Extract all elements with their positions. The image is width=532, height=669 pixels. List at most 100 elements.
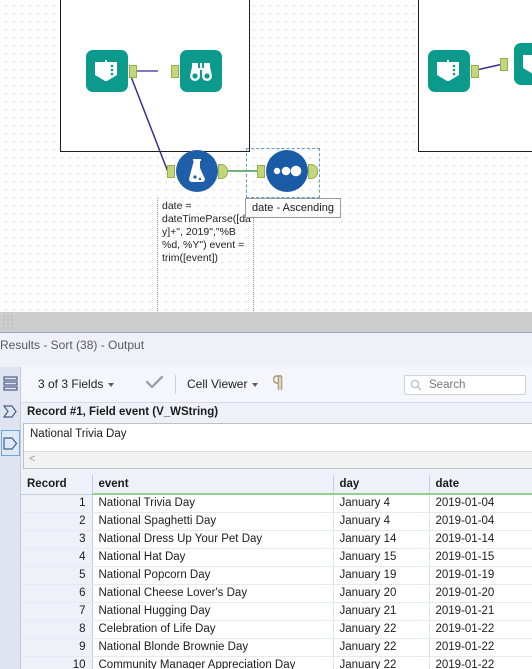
toolbar-divider <box>175 375 176 394</box>
cell-date[interactable]: 2019-01-04 <box>429 512 532 531</box>
book-icon <box>514 43 532 85</box>
cell-viewer-body[interactable]: National Trivia Day < <box>23 423 532 469</box>
grid-icon-glyph <box>3 375 18 391</box>
results-toolbar: 3 of 3 Fields Cell Viewer <box>21 367 532 403</box>
table-body: 1 National Trivia Day January 4 2019-01-04 2… <box>21 494 532 669</box>
pilcrow-button[interactable] <box>272 375 283 394</box>
cell-day[interactable]: January 4 <box>333 494 430 513</box>
table-row[interactable]: 2 National Spaghetti Day January 4 2019-01-… <box>21 512 532 531</box>
apply-fields-button[interactable] <box>145 375 164 393</box>
cell-date[interactable]: 2019-01-20 <box>429 584 532 603</box>
pane-splitter[interactable] <box>0 312 532 333</box>
cell-event[interactable]: National Hat Day <box>92 548 334 567</box>
table-row[interactable]: 6 National Cheese Lover's Day January 20 20… <box>21 584 532 603</box>
table-row[interactable]: 8 Celebration of Life Day January 22 2019-0… <box>21 620 532 639</box>
cell-record[interactable]: 10 <box>21 656 93 669</box>
cell-viewer-horizontal-scrollbar[interactable]: < <box>24 451 532 468</box>
flask-icon-glyph <box>189 159 205 182</box>
cell-record[interactable]: 1 <box>21 494 93 513</box>
cell-event[interactable]: National Popcorn Day <box>92 566 334 585</box>
input-anchor-formula[interactable] <box>167 165 175 178</box>
cell-event[interactable]: Community Manager Appreciation Day <box>92 656 334 669</box>
cell-date[interactable]: 2019-01-22 <box>429 638 532 657</box>
column-header-day[interactable]: day <box>333 475 430 495</box>
table-row[interactable]: 10 Community Manager Appreciation Day Janu… <box>21 656 532 669</box>
workflow-canvas[interactable]: Input Output <box>0 0 532 312</box>
cell-event[interactable]: National Cheese Lover's Day <box>92 584 334 603</box>
alteryx-designer-window: Input Output <box>0 0 532 669</box>
sort-tool[interactable] <box>257 150 318 192</box>
cell-event[interactable]: National Trivia Day <box>92 494 334 513</box>
flask-icon <box>176 150 218 192</box>
cell-day[interactable]: January 22 <box>333 638 430 657</box>
input-anchor-sort[interactable] <box>257 165 265 178</box>
cell-record[interactable]: 4 <box>21 548 93 567</box>
cell-event[interactable]: National Spaghetti Day <box>92 512 334 531</box>
metadata-icon[interactable] <box>1 430 20 456</box>
table-row[interactable]: 5 National Popcorn Day January 19 2019-01-1… <box>21 566 532 585</box>
cell-day[interactable]: January 21 <box>333 602 430 621</box>
cell-day[interactable]: January 4 <box>333 512 430 531</box>
chevron-down-icon <box>108 382 115 387</box>
cell-record[interactable]: 5 <box>21 566 93 585</box>
cell-event[interactable]: National Blonde Brownie Day <box>92 638 334 657</box>
column-header-record[interactable]: Record <box>21 475 93 495</box>
cell-event[interactable]: Celebration of Life Day <box>92 620 334 639</box>
cell-day[interactable]: January 14 <box>333 530 430 549</box>
formula-annotation: date = dateTimeParse([day]+", 2019","%B … <box>162 200 251 264</box>
results-pane: Results - Sort (38) - Output 3 of 3 Fiel… <box>0 333 532 669</box>
cell-day[interactable]: January 15 <box>333 548 430 567</box>
cell-record[interactable]: 6 <box>21 584 93 603</box>
column-header-date[interactable]: date <box>429 475 532 495</box>
cell-record[interactable]: 8 <box>21 620 93 639</box>
cell-date[interactable]: 2019-01-22 <box>429 656 532 669</box>
cell-date[interactable]: 2019-01-22 <box>429 620 532 639</box>
input-anchor-browse[interactable] <box>171 65 179 78</box>
table-row[interactable]: 1 National Trivia Day January 4 2019-01-04 <box>21 494 532 513</box>
cell-record[interactable]: 3 <box>21 530 93 549</box>
input-anchor-partial-tool[interactable] <box>500 58 508 71</box>
column-header-event[interactable]: event <box>92 475 334 495</box>
search-box[interactable] <box>404 375 526 395</box>
table-row[interactable]: 7 National Hugging Day January 21 2019-01-2… <box>21 602 532 621</box>
cell-event[interactable]: National Dress Up Your Pet Day <box>92 530 334 549</box>
cell-viewer-selector[interactable]: Cell Viewer <box>187 377 259 391</box>
results-grid-icon[interactable] <box>1 370 20 396</box>
search-icon <box>410 379 422 391</box>
cell-event[interactable]: National Hugging Day <box>92 602 334 621</box>
output-anchor-input-data[interactable] <box>129 65 137 78</box>
table-row[interactable]: 3 National Dress Up Your Pet Day January 1… <box>21 530 532 549</box>
cell-date[interactable]: 2019-01-21 <box>429 602 532 621</box>
cell-day[interactable]: January 22 <box>333 620 430 639</box>
sort-dots-icon <box>266 150 308 192</box>
book-icon-glyph <box>437 60 459 81</box>
formula-tool[interactable] <box>167 150 228 192</box>
table-row[interactable]: 4 National Hat Day January 15 2019-01-15 <box>21 548 532 567</box>
results-data-grid[interactable]: Record event day date 1 National Trivia D… <box>21 475 532 669</box>
browse-tool[interactable] <box>171 50 222 92</box>
splitter-grip-icon[interactable] <box>2 314 14 330</box>
scroll-left-icon[interactable]: < <box>29 453 35 465</box>
cell-date[interactable]: 2019-01-04 <box>429 494 532 513</box>
cell-day[interactable]: January 20 <box>333 584 430 603</box>
cell-date[interactable]: 2019-01-14 <box>429 530 532 549</box>
cell-record[interactable]: 9 <box>21 638 93 657</box>
cell-date[interactable]: 2019-01-15 <box>429 548 532 567</box>
cell-day[interactable]: January 22 <box>333 656 430 669</box>
output-anchor-output-data[interactable] <box>471 65 479 78</box>
fields-selector[interactable]: 3 of 3 Fields <box>38 377 115 391</box>
input-data-tool[interactable] <box>86 50 137 92</box>
cell-date[interactable]: 2019-01-19 <box>429 566 532 585</box>
book-icon-glyph <box>523 55 532 74</box>
cell-viewer-header: Record #1, Field event (V_WString) <box>21 403 532 423</box>
messages-icon[interactable] <box>1 398 20 424</box>
search-input[interactable] <box>427 378 523 392</box>
book-icon <box>86 50 128 92</box>
cell-day[interactable]: January 19 <box>333 566 430 585</box>
cell-record[interactable]: 2 <box>21 512 93 531</box>
output-data-tool[interactable] <box>428 50 479 92</box>
table-row[interactable]: 9 National Blonde Brownie Day January 22 20… <box>21 638 532 657</box>
checkmark-icon <box>145 375 164 389</box>
book-icon <box>428 50 470 92</box>
cell-record[interactable]: 7 <box>21 602 93 621</box>
